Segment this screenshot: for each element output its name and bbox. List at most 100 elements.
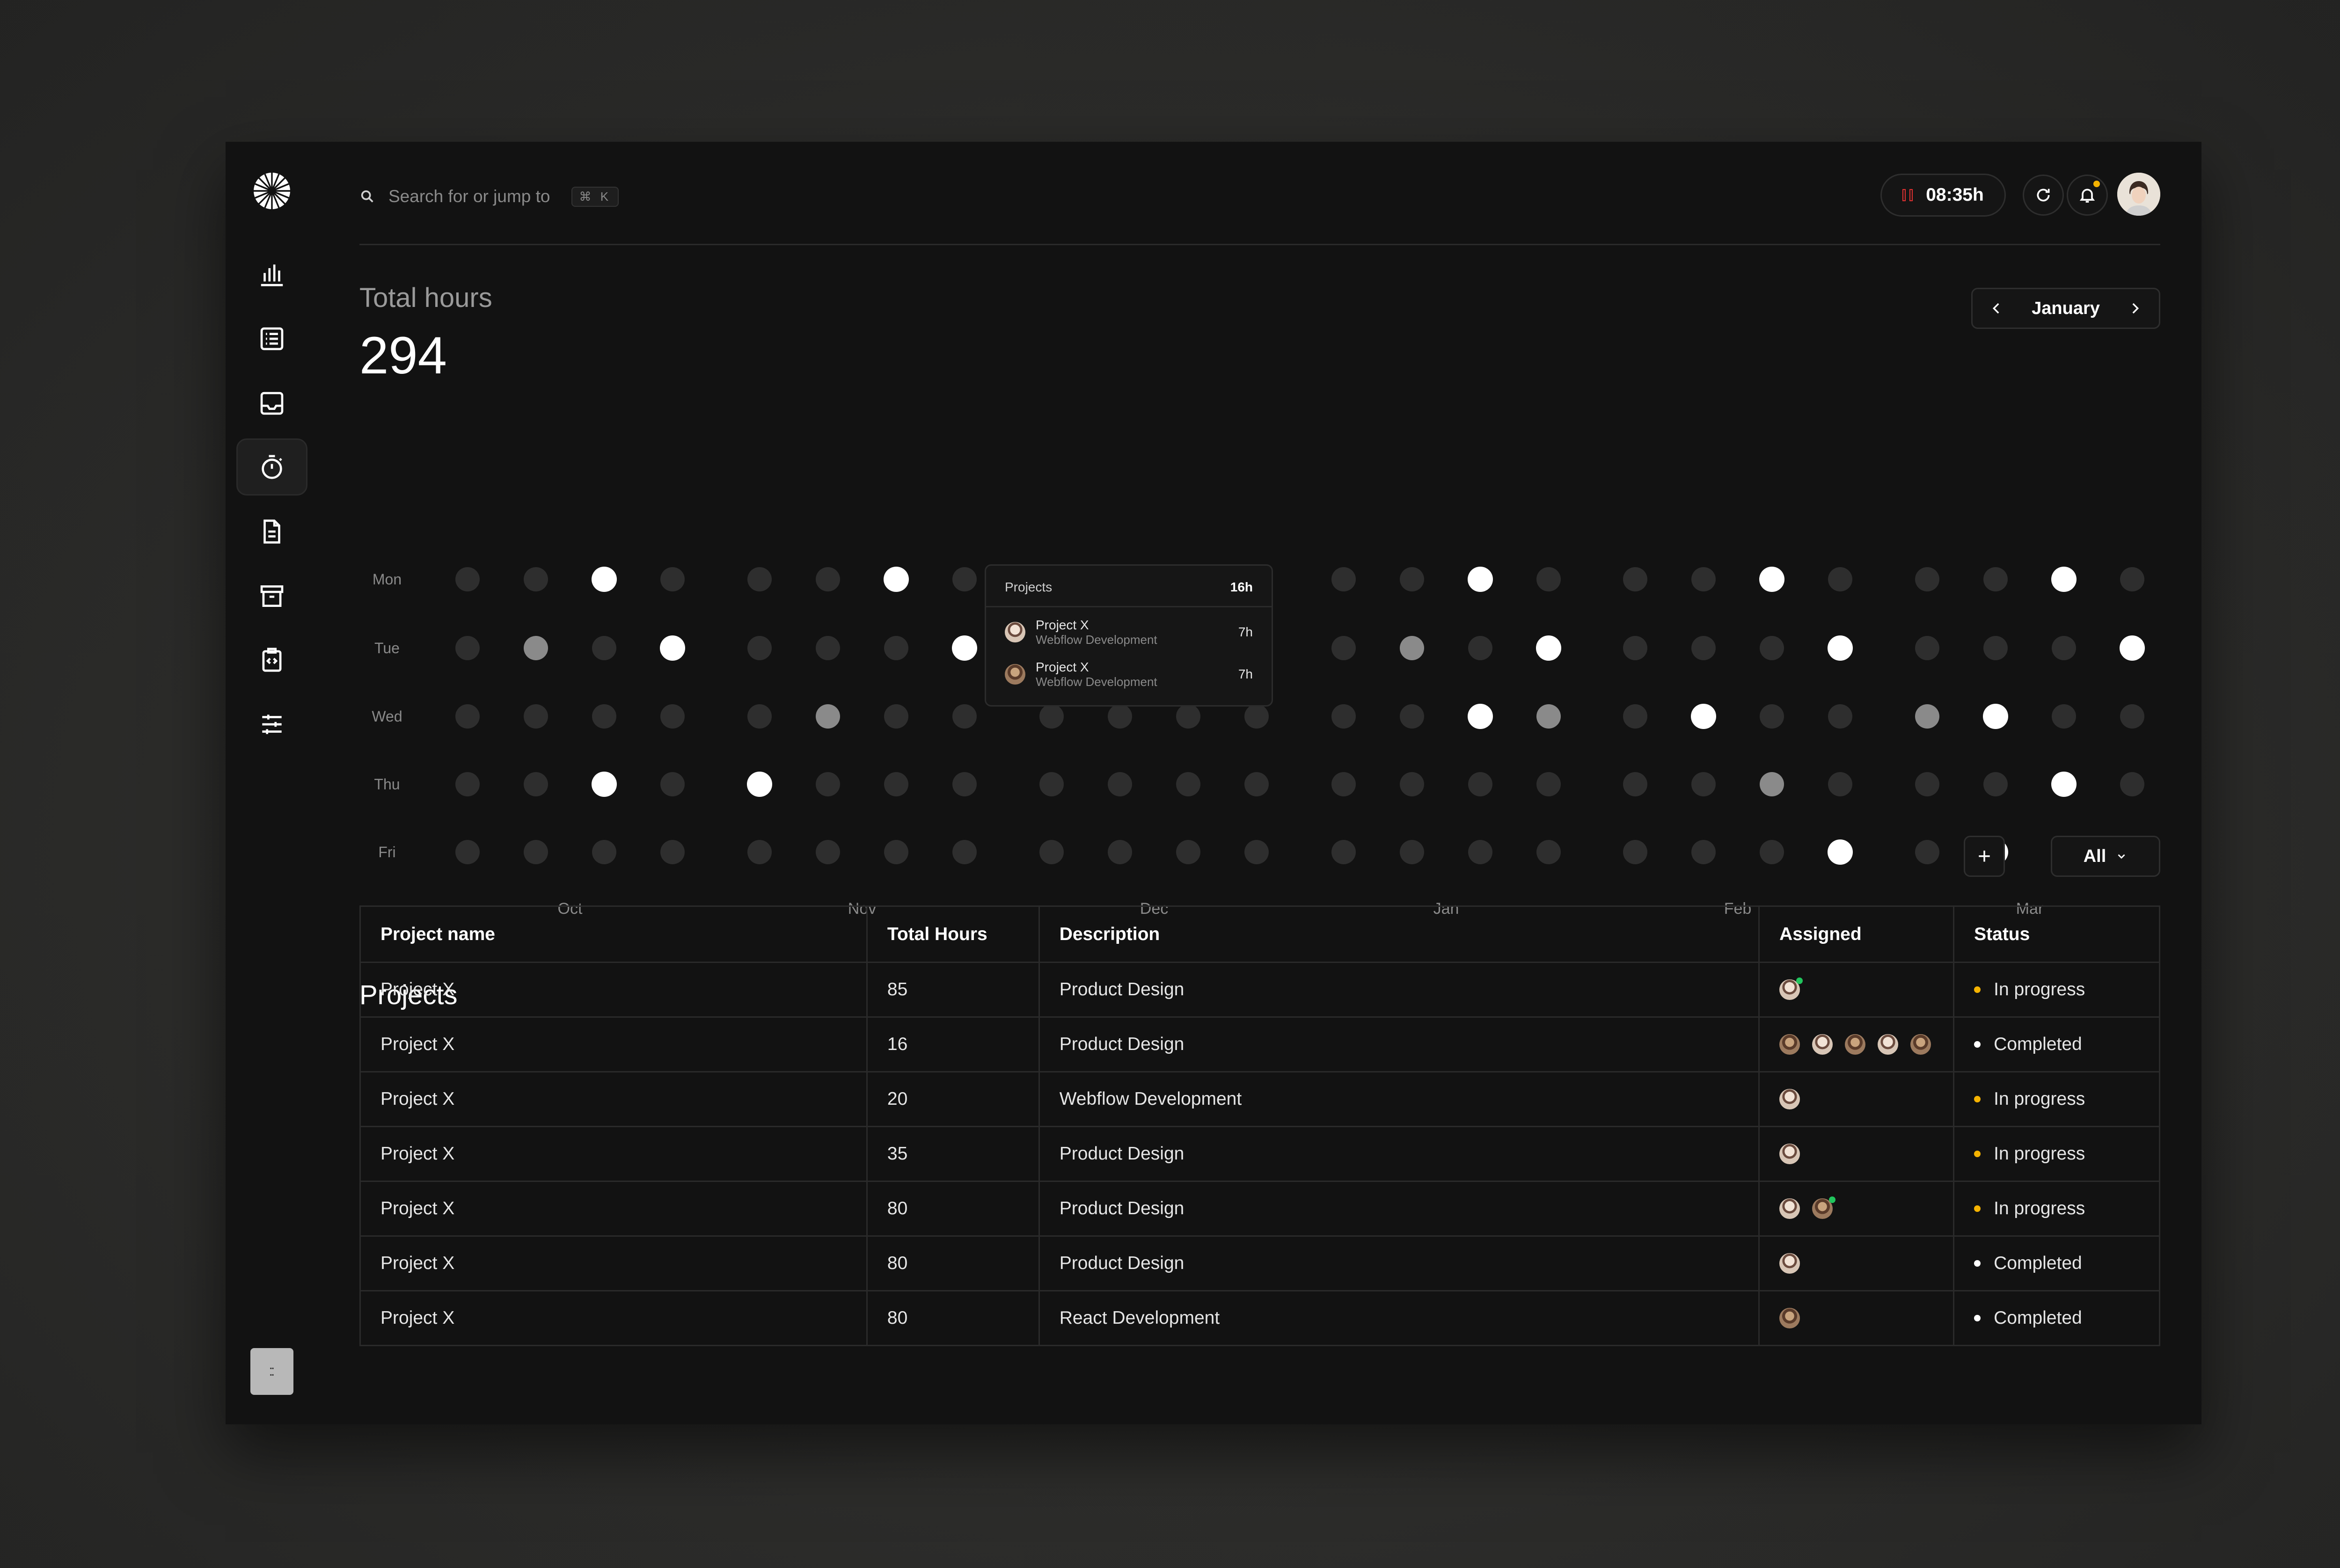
heatmap-cell[interactable] — [524, 567, 548, 591]
heatmap-cell[interactable] — [884, 840, 908, 864]
heatmap-cell[interactable] — [747, 704, 772, 729]
heatmap-cell[interactable] — [1536, 772, 1561, 796]
heatmap-cell[interactable] — [1039, 840, 1064, 864]
heatmap-cell[interactable] — [884, 772, 908, 796]
heatmap-cell[interactable] — [455, 840, 480, 864]
heatmap-cell[interactable] — [592, 772, 617, 797]
heatmap-cell[interactable] — [816, 636, 840, 660]
col-description[interactable]: Description — [1038, 905, 1760, 963]
heatmap-cell[interactable] — [1176, 772, 1200, 796]
heatmap-cell[interactable] — [816, 840, 840, 864]
heatmap-cell[interactable] — [1691, 704, 1716, 729]
avatar[interactable] — [1779, 1034, 1800, 1055]
heatmap-cell[interactable] — [1536, 635, 1561, 661]
table-row[interactable]: Project X 85 Product Design In progress — [359, 962, 2160, 1018]
heatmap-cell[interactable] — [1176, 840, 1200, 864]
heatmap-cell[interactable] — [1331, 772, 1356, 796]
heatmap-cell[interactable] — [1039, 772, 1064, 796]
col-total-hours[interactable]: Total Hours — [866, 905, 1040, 963]
heatmap-cell[interactable] — [1400, 840, 1424, 864]
heatmap-cell[interactable] — [1108, 704, 1132, 729]
heatmap-cell[interactable] — [592, 840, 616, 864]
heatmap-cell[interactable] — [455, 636, 480, 660]
avatar[interactable] — [1812, 1034, 1833, 1055]
search-bar[interactable]: Search for or jump to ⌘ K — [359, 184, 619, 209]
heatmap-cell[interactable] — [2051, 567, 2077, 592]
heatmap-cell[interactable] — [2051, 772, 2077, 797]
heatmap-cell[interactable] — [1468, 772, 1492, 796]
heatmap-cell[interactable] — [1623, 567, 1647, 591]
nav-documents[interactable] — [236, 503, 307, 560]
heatmap-cell[interactable] — [1244, 840, 1269, 864]
nav-list[interactable] — [236, 310, 307, 367]
heatmap-cell[interactable] — [1828, 839, 1853, 865]
table-row[interactable]: Project X 20 Webflow Development In progres… — [359, 1071, 2160, 1127]
heatmap-cell[interactable] — [2052, 636, 2076, 660]
heatmap-cell[interactable] — [1691, 567, 1716, 591]
heatmap-cell[interactable] — [952, 704, 977, 729]
nav-settings[interactable] — [236, 696, 307, 753]
col-assigned[interactable]: Assigned — [1758, 905, 1955, 963]
heatmap-cell[interactable] — [660, 772, 685, 796]
heatmap-cell[interactable] — [2052, 704, 2076, 729]
heatmap-cell[interactable] — [1468, 840, 1492, 864]
table-row[interactable]: Project X 16 Product Design Completed — [359, 1016, 2160, 1072]
heatmap-cell[interactable] — [747, 567, 772, 591]
col-project-name[interactable]: Project name — [359, 905, 868, 963]
heatmap-cell[interactable] — [1983, 704, 2008, 729]
heatmap-cell[interactable] — [1915, 704, 1939, 729]
heatmap-cell[interactable] — [1623, 636, 1647, 660]
nav-archive[interactable] — [236, 568, 307, 625]
heatmap-cell[interactable] — [2120, 635, 2145, 661]
heatmap-cell[interactable] — [1915, 772, 1939, 796]
heatmap-cell[interactable] — [1828, 772, 1852, 796]
heatmap-cell[interactable] — [1983, 567, 2008, 591]
table-row[interactable]: Project X 80 Product Design In progress — [359, 1181, 2160, 1237]
heatmap-cell[interactable] — [592, 636, 616, 660]
heatmap-cell[interactable] — [1244, 772, 1269, 796]
avatar[interactable] — [1779, 977, 1803, 1000]
heatmap-cell[interactable] — [747, 840, 772, 864]
heatmap-cell[interactable] — [884, 636, 908, 660]
heatmap-cell[interactable] — [747, 772, 772, 797]
nav-reports[interactable] — [236, 246, 307, 303]
heatmap-cell[interactable] — [524, 704, 548, 729]
heatmap-cell[interactable] — [1983, 636, 2008, 660]
heatmap-cell[interactable] — [524, 840, 548, 864]
heatmap-cell[interactable] — [1691, 636, 1716, 660]
search-placeholder[interactable]: Search for or jump to — [388, 187, 550, 206]
status-filter-dropdown[interactable]: All — [2051, 836, 2160, 877]
nav-inbox[interactable] — [236, 375, 307, 432]
heatmap-cell[interactable] — [1691, 772, 1716, 796]
chevron-right-icon[interactable] — [2127, 300, 2143, 316]
avatar[interactable] — [1910, 1034, 1931, 1055]
heatmap-cell[interactable] — [1244, 704, 1269, 729]
heatmap-cell[interactable] — [952, 772, 977, 796]
avatar[interactable] — [1779, 1089, 1800, 1109]
heatmap-cell[interactable] — [660, 704, 685, 729]
heatmap-cell[interactable] — [1400, 704, 1424, 729]
avatar[interactable] — [1845, 1034, 1866, 1055]
heatmap-cell[interactable] — [1759, 567, 1784, 592]
heatmap-cell[interactable] — [816, 772, 840, 796]
heatmap-cell[interactable] — [1400, 772, 1424, 796]
heatmap-cell[interactable] — [1468, 567, 1493, 592]
heatmap-cell[interactable] — [1536, 840, 1561, 864]
heatmap-cell[interactable] — [524, 636, 548, 660]
heatmap-cell[interactable] — [1983, 772, 2008, 796]
heatmap-cell[interactable] — [884, 704, 908, 729]
tooltip-row[interactable]: Project X Webflow Development 7h — [1005, 617, 1253, 647]
heatmap-cell[interactable] — [952, 840, 977, 864]
heatmap-cell[interactable] — [1331, 636, 1356, 660]
heatmap-cell[interactable] — [1760, 704, 1784, 729]
heatmap-cell[interactable] — [660, 635, 685, 661]
heatmap-cell[interactable] — [1039, 704, 1064, 729]
heatmap-cell[interactable] — [1331, 840, 1356, 864]
heatmap-cell[interactable] — [592, 704, 616, 729]
heatmap-cell[interactable] — [884, 567, 909, 592]
heatmap-cell[interactable] — [1331, 567, 1356, 591]
heatmap-cell[interactable] — [2120, 704, 2144, 729]
user-avatar[interactable] — [2117, 173, 2160, 216]
heatmap-cell[interactable] — [1468, 636, 1492, 660]
heatmap-cell[interactable] — [592, 567, 617, 592]
